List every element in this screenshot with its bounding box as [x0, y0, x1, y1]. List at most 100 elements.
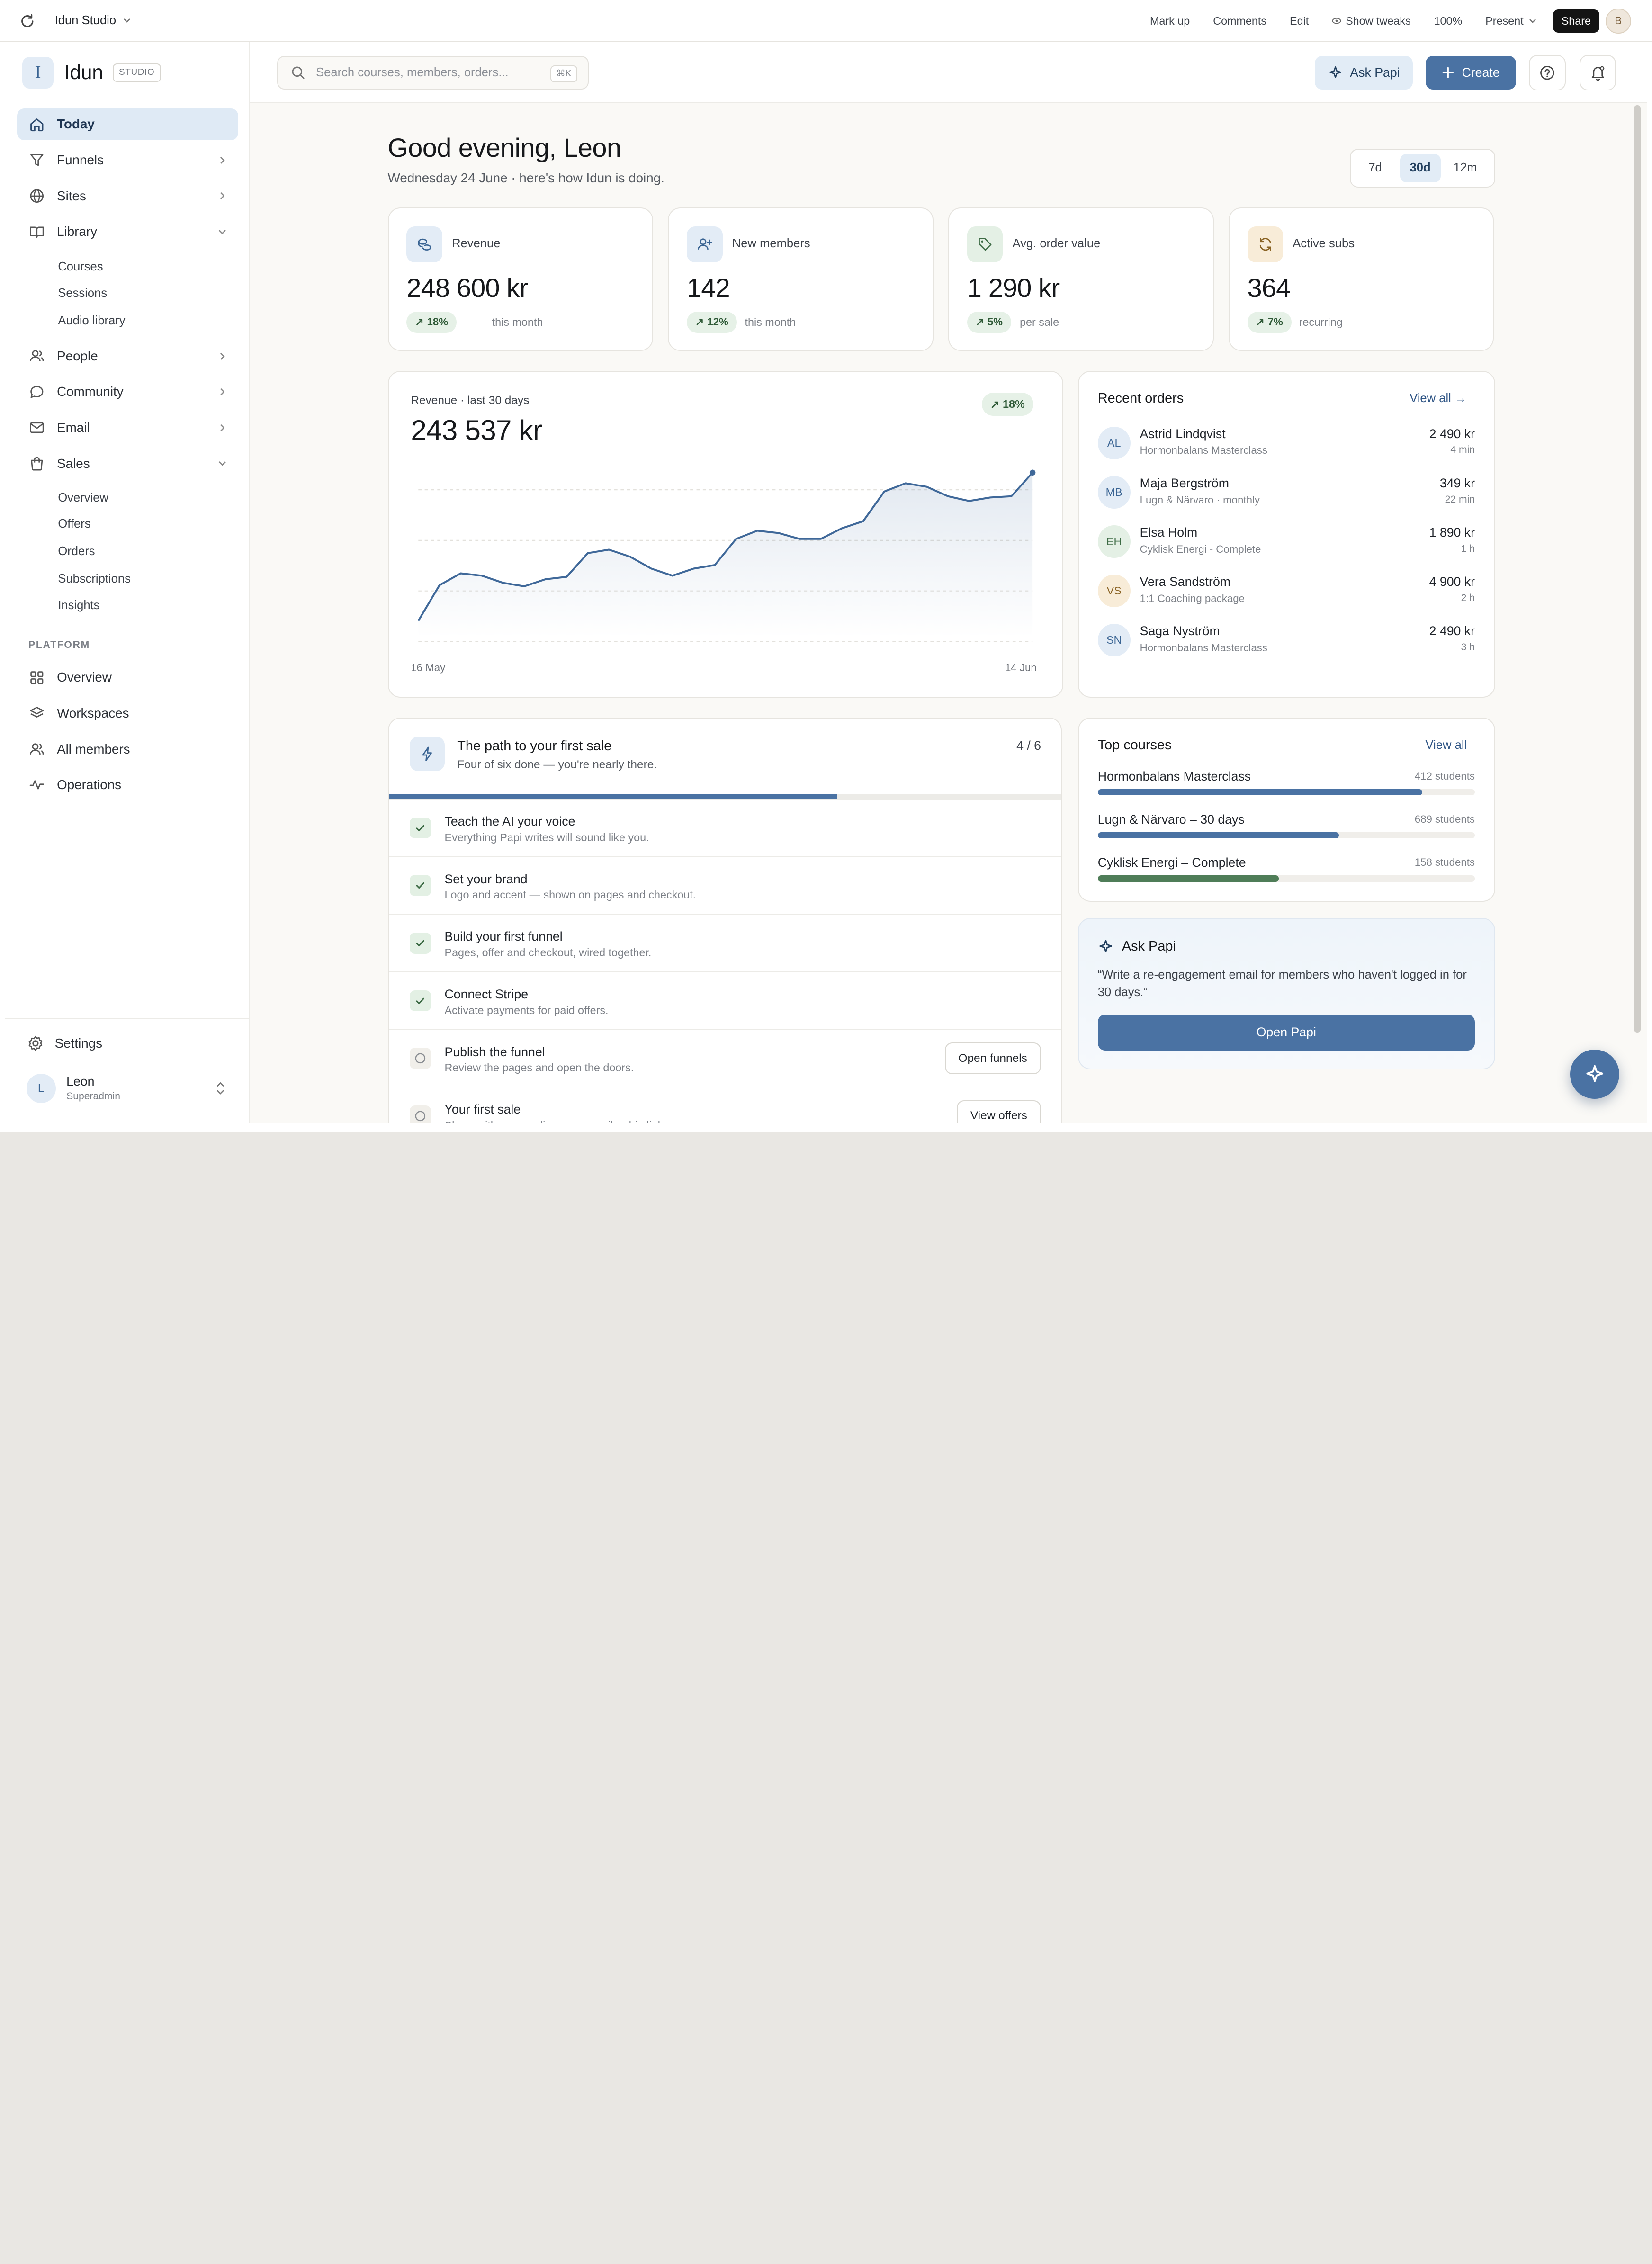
- sidebar: I Idun STUDIO Today Funnels Sites Librar…: [5, 42, 250, 1123]
- sidebar-item-community[interactable]: Community: [17, 376, 238, 408]
- step-description: Activate payments for paid offers.: [444, 1004, 609, 1016]
- current-user[interactable]: L Leon Superadmin: [26, 1073, 120, 1103]
- order-row[interactable]: EH Elsa Holm Cyklisk Energi - Complete 1 89…: [1097, 521, 1475, 563]
- course-progress-track: [1097, 789, 1475, 796]
- ask-papi-title: Ask Papi: [1122, 938, 1176, 954]
- edit-button[interactable]: Edit: [1278, 9, 1320, 33]
- arrow-up-right-icon: ↗: [975, 316, 985, 328]
- checklist-step[interactable]: Connect Stripe Activate payments for paid…: [388, 971, 1061, 1029]
- chevron-down-icon: [218, 461, 226, 466]
- chat-bubble-icon: [28, 384, 45, 401]
- search-input[interactable]: Search courses, members, orders...: [316, 66, 509, 80]
- sidebar-subitem-subscriptions[interactable]: Subscriptions: [58, 572, 131, 586]
- comments-label: Comments: [1213, 14, 1267, 27]
- sidebar-item-funnels[interactable]: Funnels: [17, 144, 238, 176]
- order-row[interactable]: MB Maja Bergström Lugn & Närvaro · monthly…: [1097, 472, 1475, 514]
- chart-title: Revenue · last 30 days: [411, 394, 530, 407]
- checklist-step[interactable]: Your first sale Share with your audience …: [388, 1087, 1061, 1123]
- sidebar-subitem-sessions[interactable]: Sessions: [58, 287, 107, 300]
- notifications-button[interactable]: [1579, 54, 1616, 91]
- order-row[interactable]: VS Vera Sandström 1:1 Coaching package 4 90…: [1097, 570, 1475, 612]
- sidebar-item-today[interactable]: Today: [17, 108, 238, 140]
- range-12m[interactable]: 12m: [1445, 154, 1486, 182]
- courses-view-all-link[interactable]: View all: [1426, 738, 1467, 752]
- range-30d[interactable]: 30d: [1400, 153, 1441, 182]
- range-7d[interactable]: 7d: [1355, 154, 1395, 182]
- checklist-step[interactable]: Teach the AI your voice Everything Papi w…: [388, 798, 1061, 856]
- order-row[interactable]: AL Astrid Lindqvist Hormonbalans Mastercla…: [1097, 422, 1475, 465]
- share-button[interactable]: Share: [1553, 9, 1599, 33]
- course-row[interactable]: Cyklisk Energi – Complete 158 students: [1097, 855, 1475, 883]
- stat-card-revenue[interactable]: Revenue 248 600 kr ↗ 18% this month: [387, 207, 654, 351]
- refresh-icon: [1247, 226, 1284, 262]
- sidebar-item-label: Library: [57, 224, 98, 239]
- brand[interactable]: I Idun STUDIO: [22, 57, 161, 89]
- markup-button[interactable]: Mark up: [1138, 9, 1201, 33]
- sidebar-item-all-members[interactable]: All members: [17, 733, 238, 765]
- sidebar-item-label: All members: [57, 741, 130, 756]
- sidebar-subitem-offers[interactable]: Offers: [58, 517, 90, 531]
- avatar: L: [26, 1073, 56, 1103]
- stat-label: New members: [732, 237, 810, 251]
- sidebar-subitem-orders[interactable]: Orders: [58, 545, 95, 558]
- sidebar-item-workspaces[interactable]: Workspaces: [17, 698, 238, 729]
- scrollbar[interactable]: [1634, 105, 1641, 1033]
- present-button[interactable]: Present: [1474, 9, 1549, 33]
- stat-delta-badge: ↗ 5%: [967, 312, 1011, 333]
- sidebar-item-platform-overview[interactable]: Overview: [17, 662, 238, 693]
- sidebar-item-operations[interactable]: Operations: [17, 769, 238, 801]
- order-product: Hormonbalans Masterclass: [1140, 641, 1268, 654]
- order-time: 4 min: [1450, 444, 1475, 456]
- sidebar-item-people[interactable]: People: [17, 341, 238, 372]
- sidebar-subitem-insights[interactable]: Insights: [58, 599, 99, 612]
- ask-papi-button[interactable]: Ask Papi: [1315, 55, 1413, 90]
- sidebar-item-label: People: [57, 348, 98, 363]
- order-customer: Astrid Lindqvist: [1140, 426, 1226, 441]
- sidebar-item-email[interactable]: Email: [17, 412, 238, 444]
- sidebar-subitem-overview[interactable]: Overview: [58, 491, 108, 505]
- reload-icon[interactable]: [19, 13, 36, 30]
- bell-icon: [1591, 66, 1604, 81]
- chevron-up-down-icon[interactable]: [214, 1080, 227, 1097]
- recent-orders-title: Recent orders: [1097, 391, 1184, 406]
- settings-link[interactable]: Settings: [27, 1034, 102, 1052]
- stat-card-new-members[interactable]: New members 142 ↗ 12% this month: [668, 207, 934, 351]
- comments-button[interactable]: Comments: [1202, 9, 1278, 33]
- page-title: Good evening, Leon: [387, 133, 621, 163]
- stat-card-avg-order[interactable]: Avg. order value 1 290 kr ↗ 5% per sale: [948, 207, 1214, 351]
- open-papi-button[interactable]: Open Papi: [1097, 1014, 1475, 1051]
- show-tweaks-button[interactable]: Show tweaks: [1320, 9, 1422, 33]
- checklist-step[interactable]: Build your first funnel Pages, offer and …: [388, 914, 1061, 971]
- zoom-level[interactable]: 100%: [1422, 9, 1474, 33]
- revenue-last-point[interactable]: [1029, 469, 1035, 476]
- order-row[interactable]: SN Saga Nyström Hormonbalans Masterclass 2 …: [1097, 620, 1475, 662]
- search-bar[interactable]: Search courses, members, orders... ⌘K: [277, 55, 589, 90]
- project-switcher[interactable]: Idun Studio: [55, 14, 132, 27]
- sidebar-item-label: Sales: [57, 456, 90, 471]
- assistant-fab[interactable]: [1570, 1049, 1620, 1099]
- order-amount: 349 kr: [1439, 476, 1475, 490]
- sidebar-item-sales[interactable]: Sales: [17, 448, 238, 479]
- revenue-chart-card: Revenue · last 30 days 243 537 kr ↗ 18% 1…: [387, 371, 1063, 698]
- course-row[interactable]: Hormonbalans Masterclass 412 students: [1097, 769, 1475, 797]
- step-action-button[interactable]: View offers: [957, 1100, 1041, 1123]
- sidebar-subitem-courses[interactable]: Courses: [58, 260, 103, 274]
- step-action-button[interactable]: Open funnels: [944, 1042, 1041, 1075]
- sidebar-item-library[interactable]: Library: [17, 216, 238, 248]
- sidebar-item-sites[interactable]: Sites: [17, 180, 238, 212]
- checklist-step[interactable]: Publish the funnel Review the pages and o…: [388, 1029, 1061, 1087]
- checklist-step[interactable]: Set your brand Logo and accent — shown on…: [388, 856, 1061, 914]
- stat-note: this month: [745, 316, 796, 329]
- account-avatar[interactable]: B: [1606, 8, 1631, 34]
- course-row[interactable]: Lugn & Närvaro – 30 days 689 students: [1097, 812, 1475, 840]
- stat-card-active-subs[interactable]: Active subs 364 ↗ 7% recurring: [1228, 207, 1494, 351]
- empty-circle-icon: [410, 1105, 431, 1123]
- gear-icon: [28, 1036, 42, 1051]
- orders-view-all-link[interactable]: View all →: [1410, 392, 1466, 405]
- create-button[interactable]: Create: [1425, 55, 1517, 90]
- sparkle-icon: [1099, 939, 1112, 952]
- ask-papi-suggestion[interactable]: “Write a re-engagement email for members…: [1098, 966, 1477, 1002]
- sidebar-subitem-audio-library[interactable]: Audio library: [58, 314, 125, 328]
- help-button[interactable]: [1528, 54, 1566, 91]
- user-info: Leon Superadmin: [56, 1074, 120, 1102]
